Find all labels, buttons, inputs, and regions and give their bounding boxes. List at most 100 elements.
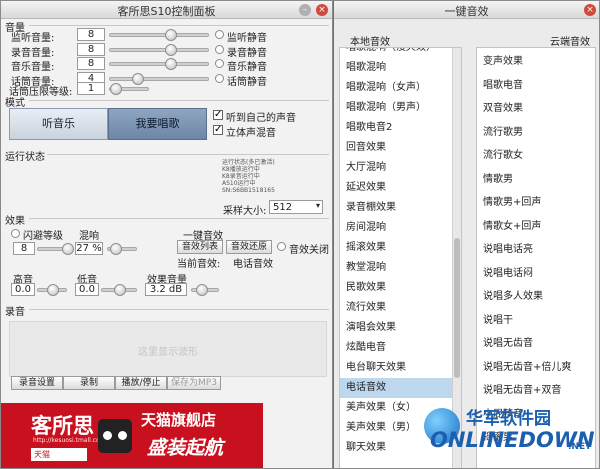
duck-level-radio[interactable] xyxy=(11,229,20,238)
reverb-slider[interactable] xyxy=(107,243,137,255)
monitor-volume-label: 监听音量: xyxy=(11,33,55,44)
watermark-suffix: .NET xyxy=(568,442,592,452)
local-effect-item[interactable]: 炫酷电音 xyxy=(340,338,461,358)
listen-music-button[interactable]: 听音乐 xyxy=(9,108,108,140)
mic-mute-radio[interactable] xyxy=(215,73,224,83)
cloud-effect-item[interactable]: 流行歌男 xyxy=(477,121,595,145)
cloud-effect-item[interactable]: 说唱电话亮 xyxy=(477,238,595,262)
effect-volume-knob[interactable] xyxy=(196,284,208,296)
music-mute-radio[interactable] xyxy=(215,59,224,68)
compress-value[interactable]: 1 xyxy=(77,82,105,95)
monitor-volume-knob[interactable] xyxy=(164,29,177,41)
stereo-mix-checkbox[interactable]: ✓ xyxy=(213,125,223,135)
record-volume-knob[interactable] xyxy=(164,43,177,56)
cloud-effect-item[interactable]: 情歌女+回声 xyxy=(477,215,595,239)
local-effect-item[interactable]: 唱歌混响（漫天效） xyxy=(340,48,461,58)
record-mute-label: 录音静音 xyxy=(227,47,267,59)
local-effect-item[interactable]: 流行效果 xyxy=(340,298,461,318)
treble-knob[interactable] xyxy=(47,284,59,296)
music-mute-label: 音乐静音 xyxy=(227,62,267,73)
local-effect-item[interactable]: 电台聊天效果 xyxy=(340,358,461,378)
store-banner[interactable]: 客所思 http://kesuosi.tmall.com 天猫 TMALL.CO… xyxy=(1,403,332,468)
divider xyxy=(29,100,329,101)
monitor-volume-value[interactable]: 8 xyxy=(77,28,105,41)
music-volume-value[interactable]: 8 xyxy=(77,57,105,70)
divider xyxy=(47,154,329,155)
cloud-effect-item[interactable]: 情歌男+回声 xyxy=(477,191,595,215)
cloud-effect-item[interactable]: 唱歌电音 xyxy=(477,74,595,98)
compress-slider-knob[interactable] xyxy=(110,83,122,95)
compress-slider[interactable] xyxy=(109,83,149,95)
cloud-effect-item[interactable]: 说唱多人效果 xyxy=(477,285,595,309)
sample-size-label: 采样大小: xyxy=(223,206,267,217)
local-effect-item[interactable]: 演唱会效果 xyxy=(340,318,461,338)
duck-level-knob[interactable] xyxy=(62,243,74,255)
local-effect-item[interactable]: 回音效果 xyxy=(340,138,461,158)
close-icon[interactable]: × xyxy=(584,4,596,16)
treble-slider[interactable] xyxy=(37,284,67,296)
duck-level-slider[interactable] xyxy=(37,243,74,255)
local-effect-item[interactable]: 延迟效果 xyxy=(340,178,461,198)
music-volume-slider[interactable] xyxy=(109,58,209,70)
music-volume-knob[interactable] xyxy=(164,58,177,70)
cloud-effect-item[interactable]: 说唱电话闷 xyxy=(477,262,595,286)
local-effect-item[interactable]: 电话音效 xyxy=(340,378,461,398)
save-mp3-button[interactable]: 保存为MP3 xyxy=(167,376,221,390)
control-panel-titlebar: 客所思S10控制面板 – × xyxy=(1,1,332,19)
bass-slider[interactable] xyxy=(101,284,137,296)
mic-volume-slider[interactable] xyxy=(109,72,209,85)
cloud-effect-item[interactable]: 说唱无齿音+双音 xyxy=(477,379,595,403)
bass-value[interactable]: 0.0 xyxy=(75,283,99,296)
mic-volume-knob[interactable] xyxy=(132,72,144,85)
treble-value[interactable]: 0.0 xyxy=(11,283,35,296)
record-volume-slider[interactable] xyxy=(109,43,209,56)
local-effect-item[interactable]: 教堂混响 xyxy=(340,258,461,278)
effect-list-button[interactable]: 音效列表 xyxy=(177,240,223,254)
local-effect-item[interactable]: 唱歌电音2 xyxy=(340,118,461,138)
effect-off-label: 音效关闭 xyxy=(289,245,329,256)
cloud-effect-item[interactable]: 变声效果 xyxy=(477,50,595,74)
record-button[interactable]: 录制 xyxy=(63,376,115,390)
local-effect-item[interactable]: 唱歌混响（女声） xyxy=(340,78,461,98)
record-settings-button[interactable]: 录音设置 xyxy=(11,376,63,390)
divider xyxy=(29,25,329,26)
tab-local-effects[interactable]: 本地音效 xyxy=(350,33,390,48)
effect-volume-slider[interactable] xyxy=(191,284,219,296)
effects-section-label: 效果 xyxy=(5,216,25,227)
cloud-effect-item[interactable]: 说唱无齿音+倍儿爽 xyxy=(477,356,595,380)
cloud-effects-items: 变声效果 唱歌电音 双音效果 流行歌男 流行歌女 情歌男 情歌男+回声 情歌女+回声 说唱电话亮… xyxy=(477,50,595,450)
effect-volume-value[interactable]: 3.2 dB xyxy=(145,283,187,296)
reverb-value[interactable]: 27 % xyxy=(75,242,103,255)
local-effects-items: 唱歌混响（漫天效） 唱歌混响 唱歌混响（女声） 唱歌混响（男声） 唱歌电音2 回音效果 大厅… xyxy=(340,48,461,458)
bass-knob[interactable] xyxy=(114,284,126,296)
monitor-mute-radio[interactable] xyxy=(215,30,224,39)
monitor-volume-slider[interactable] xyxy=(109,29,209,41)
local-effect-item[interactable]: 唱歌混响 xyxy=(340,58,461,78)
local-effect-item[interactable]: 房间混响 xyxy=(340,218,461,238)
minimize-icon[interactable]: – xyxy=(299,4,311,16)
local-effect-item[interactable]: 唱歌混响（男声） xyxy=(340,98,461,118)
sing-button[interactable]: 我要唱歌 xyxy=(108,108,207,140)
cloud-effect-item[interactable]: 双音效果 xyxy=(477,97,595,121)
local-scroll-thumb[interactable] xyxy=(454,238,460,378)
cloud-effect-item[interactable]: 说唱无齿音 xyxy=(477,332,595,356)
local-effect-item[interactable]: 摇滚效果 xyxy=(340,238,461,258)
close-icon[interactable]: × xyxy=(316,4,328,16)
effect-restore-button[interactable]: 音效还原 xyxy=(226,240,272,254)
cloud-effect-item[interactable]: 说唱干 xyxy=(477,309,595,333)
reverb-knob[interactable] xyxy=(110,243,122,255)
play-stop-button[interactable]: 播放/停止 xyxy=(115,376,167,390)
record-volume-value[interactable]: 8 xyxy=(77,42,105,56)
effect-off-radio[interactable] xyxy=(277,242,286,251)
record-mute-radio[interactable] xyxy=(215,44,224,54)
hear-self-checkbox[interactable]: ✓ xyxy=(213,110,223,120)
cloud-effect-item[interactable]: 情歌男 xyxy=(477,168,595,192)
duck-level-value[interactable]: 8 xyxy=(13,242,35,255)
local-effect-item[interactable]: 录音棚效果 xyxy=(340,198,461,218)
local-effect-item[interactable]: 大厅混响 xyxy=(340,158,461,178)
tab-cloud-effects[interactable]: 云端音效 xyxy=(550,33,590,48)
cloud-effect-item[interactable]: 流行歌女 xyxy=(477,144,595,168)
sample-size-select[interactable]: 512 ▾ xyxy=(269,200,323,214)
monitor-mute-label: 监听静音 xyxy=(227,33,267,44)
local-effect-item[interactable]: 民歌效果 xyxy=(340,278,461,298)
